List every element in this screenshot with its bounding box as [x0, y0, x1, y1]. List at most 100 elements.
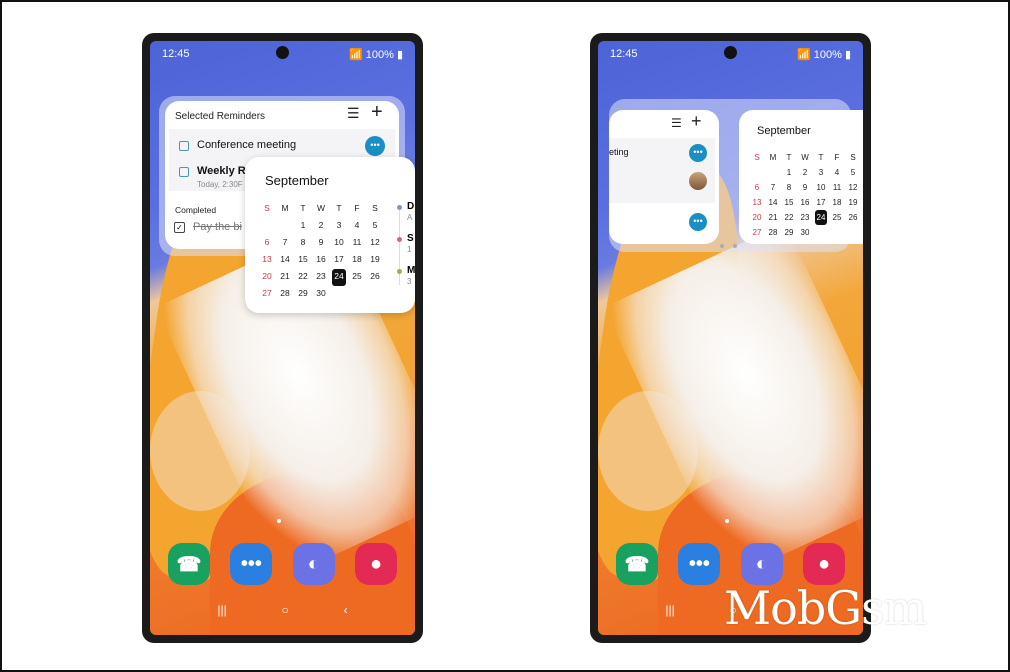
calendar-day[interactable]: 12 — [845, 180, 861, 195]
camera-app-icon[interactable]: ● — [354, 543, 397, 585]
calendar-day[interactable]: 8 — [294, 235, 312, 252]
reminder-item[interactable]: Conference meeting — [197, 139, 296, 151]
calendar-day[interactable]: 13 — [749, 195, 765, 210]
calendar-day[interactable]: 14 — [276, 252, 294, 269]
calendar-day[interactable]: 17 — [330, 252, 348, 269]
calendar-day[interactable]: 26 — [845, 210, 861, 225]
back-button[interactable]: ‹ — [344, 603, 348, 617]
messages-app-icon[interactable]: ••• — [678, 543, 721, 585]
message-icon[interactable]: ••• — [365, 136, 385, 156]
calendar-day[interactable]: 25 — [829, 210, 845, 225]
calendar-day[interactable]: 16 — [797, 195, 813, 210]
page-indicator[interactable] — [725, 519, 729, 523]
event-title[interactable]: M — [407, 265, 415, 276]
calendar-day[interactable]: 1 — [294, 218, 312, 235]
calendar-day[interactable]: 28 — [276, 286, 294, 303]
calendar-day[interactable]: 9 — [312, 235, 330, 252]
add-icon[interactable]: + — [691, 111, 702, 132]
calendar-day[interactable]: 21 — [765, 210, 781, 225]
calendar-day[interactable]: 9 — [797, 180, 813, 195]
calendar-day[interactable]: 5 — [845, 165, 861, 180]
calendar-day[interactable]: 27 — [749, 225, 765, 240]
calendar-day[interactable]: 3 — [330, 218, 348, 235]
calendar-day[interactable]: 15 — [781, 195, 797, 210]
calendar-day[interactable]: 29 — [294, 286, 312, 303]
phone-app-icon[interactable]: ☎ — [616, 543, 658, 585]
messages-app-icon[interactable]: ••• — [230, 543, 273, 585]
page-indicator[interactable] — [277, 519, 281, 523]
reminder-item[interactable]: eting — [609, 147, 629, 157]
calendar-day[interactable]: 26 — [366, 269, 384, 286]
calendar-day[interactable]: 20 — [749, 210, 765, 225]
camera-app-icon[interactable]: ● — [802, 543, 845, 585]
calendar-day[interactable]: 8 — [781, 180, 797, 195]
calendar-day[interactable]: 24 — [332, 269, 346, 286]
recent-apps-button[interactable]: ||| — [217, 603, 226, 617]
reminder-item[interactable]: Weekly Re — [197, 165, 252, 177]
calendar-day[interactable]: 11 — [348, 235, 366, 252]
calendar-day[interactable]: 5 — [366, 218, 384, 235]
home-button[interactable]: ○ — [282, 603, 289, 617]
calendar-day[interactable]: 30 — [312, 286, 330, 303]
calendar-day[interactable]: 20 — [258, 269, 276, 286]
completed-item[interactable]: Pay the bi — [193, 221, 242, 233]
calendar-day[interactable]: 13 — [258, 252, 276, 269]
calendar-day[interactable]: 14 — [765, 195, 781, 210]
calendar-day[interactable]: 16 — [312, 252, 330, 269]
calendar-day[interactable]: 27 — [258, 286, 276, 303]
calendar-day[interactable]: 22 — [781, 210, 797, 225]
add-icon[interactable]: + — [371, 101, 383, 124]
calendar-day[interactable]: 23 — [797, 210, 813, 225]
calendar-day[interactable]: 10 — [813, 180, 829, 195]
calendar-day[interactable]: 6 — [749, 180, 765, 195]
message-icon[interactable]: ••• — [689, 213, 707, 231]
calendar-day[interactable]: 3 — [813, 165, 829, 180]
calendar-day[interactable]: 6 — [258, 235, 276, 252]
calendar-day[interactable]: 19 — [366, 252, 384, 269]
calendar-day[interactable]: 2 — [312, 218, 330, 235]
calendar-day[interactable]: 15 — [294, 252, 312, 269]
page-indicator[interactable] — [733, 244, 737, 248]
message-icon[interactable]: ••• — [689, 144, 707, 162]
calendar-day[interactable]: 7 — [765, 180, 781, 195]
calendar-day[interactable]: 4 — [348, 218, 366, 235]
calendar-day[interactable]: 10 — [330, 235, 348, 252]
event-title[interactable]: S — [407, 233, 414, 244]
calendar-day[interactable]: 28 — [765, 225, 781, 240]
list-icon[interactable]: ☰ — [671, 116, 682, 130]
calendar-widget[interactable]: September S M T W T F S 1 2 3 4 5 6 7 8 9 10 11 12 13 14 15 16… — [245, 157, 415, 313]
calendar-day[interactable]: 17 — [813, 195, 829, 210]
calendar-day[interactable]: 2 — [797, 165, 813, 180]
page-indicator[interactable] — [720, 244, 724, 248]
calendar-day[interactable]: 23 — [312, 269, 330, 286]
calendar-day[interactable]: 24 — [815, 210, 827, 225]
internet-app-icon[interactable]: ◐ — [740, 543, 783, 585]
calendar-day[interactable]: 18 — [829, 195, 845, 210]
recent-apps-button[interactable]: ||| — [665, 603, 674, 617]
calendar-day[interactable]: 11 — [829, 180, 845, 195]
calendar-day[interactable]: 29 — [781, 225, 797, 240]
checkbox[interactable] — [179, 167, 189, 177]
calendar-day[interactable]: 4 — [829, 165, 845, 180]
reminders-widget[interactable]: ☰ + eting ••• ••• — [609, 110, 719, 244]
calendar-month: September — [265, 173, 329, 188]
weekday-label: M — [281, 203, 289, 213]
phone-app-icon[interactable]: ☎ — [168, 543, 210, 585]
checkbox[interactable] — [179, 141, 189, 151]
list-icon[interactable]: ☰ — [347, 105, 360, 122]
calendar-day[interactable]: 12 — [366, 235, 384, 252]
calendar-day[interactable]: 7 — [276, 235, 294, 252]
calendar-day[interactable]: 30 — [797, 225, 813, 240]
calendar-day[interactable]: 25 — [348, 269, 366, 286]
internet-app-icon[interactable]: ◐ — [292, 543, 335, 585]
checked-checkbox[interactable]: ✓ — [174, 222, 185, 233]
calendar-day[interactable]: 19 — [845, 195, 861, 210]
calendar-day[interactable]: 18 — [348, 252, 366, 269]
calendar-day[interactable]: 21 — [276, 269, 294, 286]
event-title[interactable]: D — [407, 201, 414, 212]
camera-cutout — [275, 46, 289, 59]
calendar-day[interactable]: 22 — [294, 269, 312, 286]
weekday-label: T — [818, 153, 824, 162]
calendar-day[interactable]: 1 — [781, 165, 797, 180]
calendar-widget[interactable]: September S M T W T F S 1 2 3 4 5 6 7 8 9 10 11 12 13 14 15 16… — [739, 110, 863, 244]
